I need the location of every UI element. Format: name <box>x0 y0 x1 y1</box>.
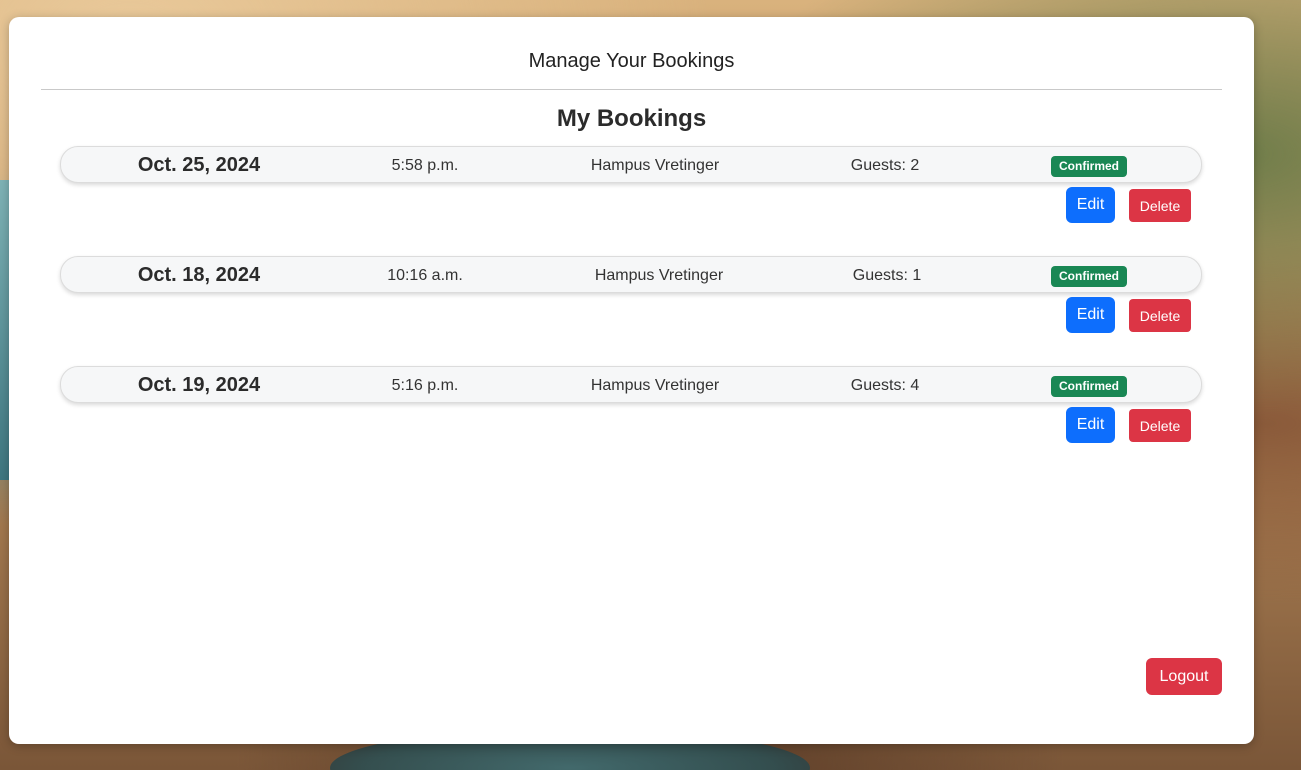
booking-item: Oct. 19, 2024 5:16 p.m. Hampus Vretinger… <box>60 366 1202 466</box>
divider <box>41 89 1222 90</box>
booking-row: Oct. 18, 2024 10:16 a.m. Hampus Vretinge… <box>60 256 1202 293</box>
status-badge: Confirmed <box>1051 376 1127 397</box>
booking-row: Oct. 19, 2024 5:16 p.m. Hampus Vretinger… <box>60 366 1202 403</box>
booking-date: Oct. 18, 2024 <box>137 264 261 286</box>
booking-date: Oct. 25, 2024 <box>137 154 261 176</box>
edit-button[interactable]: Edit <box>1066 297 1115 333</box>
booking-time: 5:16 p.m. <box>391 377 459 394</box>
booking-item: Oct. 25, 2024 5:58 p.m. Hampus Vretinger… <box>60 146 1202 246</box>
booking-name: Hampus Vretinger <box>590 377 720 394</box>
status-badge: Confirmed <box>1051 266 1127 287</box>
status-badge: Confirmed <box>1051 156 1127 177</box>
booking-name: Hampus Vretinger <box>594 267 724 284</box>
page-title: Manage Your Bookings <box>528 50 735 72</box>
bookings-card: Manage Your Bookings My Bookings Oct. 25… <box>9 17 1254 744</box>
delete-button[interactable]: Delete <box>1129 299 1191 332</box>
booking-item: Oct. 18, 2024 10:16 a.m. Hampus Vretinge… <box>60 256 1202 356</box>
booking-guests: Guests: 1 <box>852 267 922 284</box>
delete-button[interactable]: Delete <box>1129 189 1191 222</box>
section-title: My Bookings <box>556 105 707 132</box>
logout-button[interactable]: Logout <box>1146 658 1222 695</box>
delete-button[interactable]: Delete <box>1129 409 1191 442</box>
booking-row: Oct. 25, 2024 5:58 p.m. Hampus Vretinger… <box>60 146 1202 183</box>
edit-button[interactable]: Edit <box>1066 407 1115 443</box>
booking-time: 10:16 a.m. <box>387 267 463 284</box>
booking-date: Oct. 19, 2024 <box>137 374 261 396</box>
booking-name: Hampus Vretinger <box>590 157 720 174</box>
booking-guests: Guests: 4 <box>850 377 920 394</box>
booking-guests: Guests: 2 <box>850 157 920 174</box>
booking-time: 5:58 p.m. <box>391 157 459 174</box>
edit-button[interactable]: Edit <box>1066 187 1115 223</box>
